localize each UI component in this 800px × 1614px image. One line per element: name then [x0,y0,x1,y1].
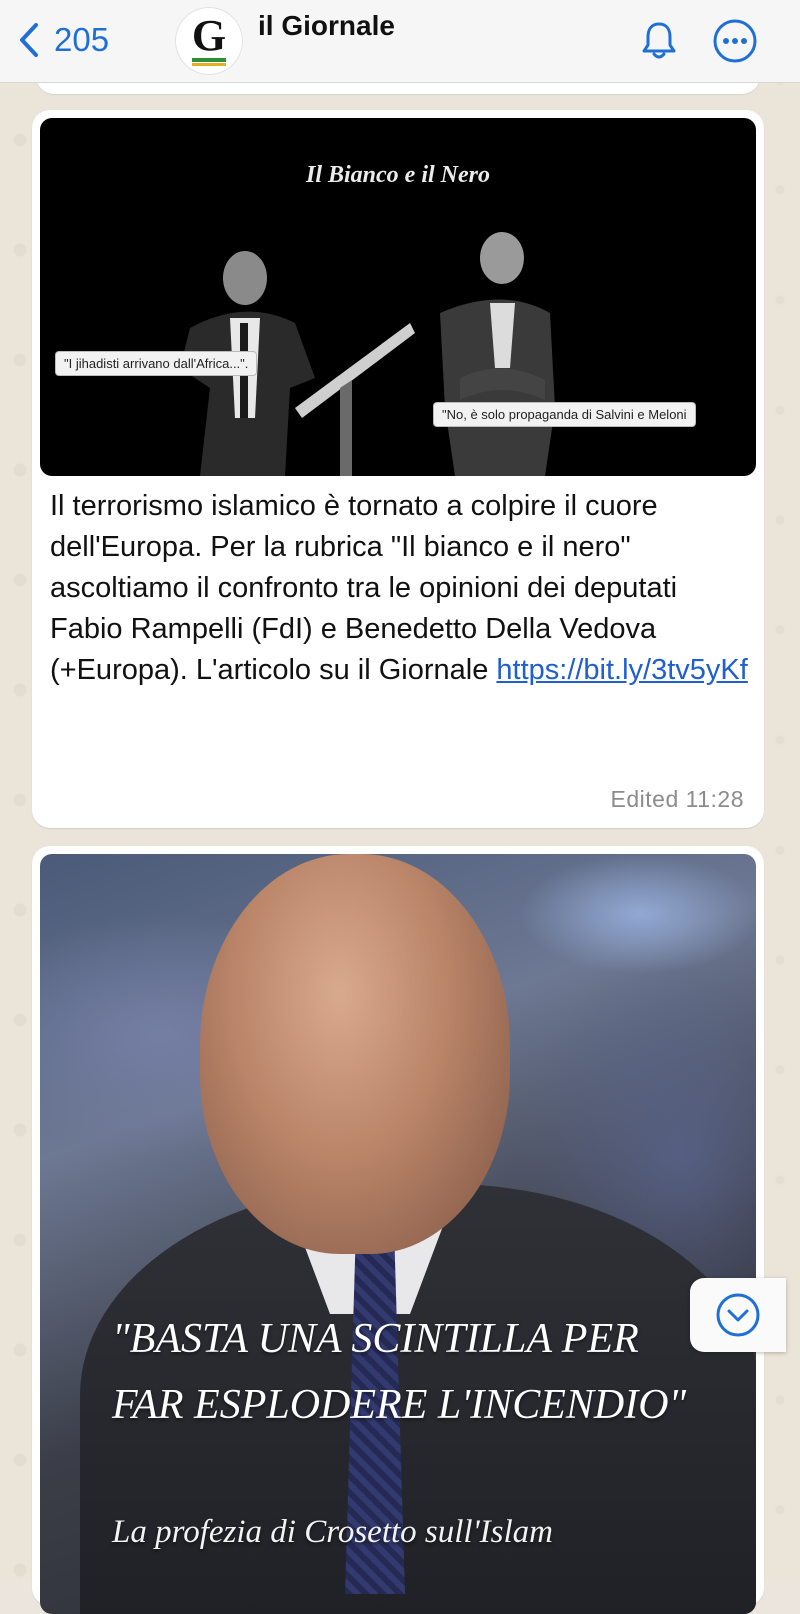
channel-title[interactable]: il Giornale [258,10,395,42]
chevron-left-icon [20,23,38,57]
notifications-button[interactable] [636,18,682,64]
back-button[interactable]: 205 [18,18,109,62]
image-photo-head [200,854,510,1254]
message-time: 11:28 [685,786,744,812]
bell-icon [642,22,676,59]
channel-avatar[interactable]: G [176,8,242,74]
avatar-logo-bar [192,63,226,66]
more-options-button[interactable] [712,18,758,64]
article-link[interactable]: https://bit.ly/3tv5yKf [496,654,747,686]
image-subline: La profezia di Crosetto sull'Islam [112,1514,553,1550]
quote-label-left: "I jihadisti arrivano dall'Africa...". [56,352,257,375]
message-bubble[interactable]: Il Bianco e il Nero "I jihadisti arrivan… [32,110,764,828]
avatar-logo-bar [192,58,226,62]
more-icon [713,19,757,63]
image-headline: "BASTA UNA SCINTILLA PER FAR ESPLODERE L… [112,1316,687,1428]
edited-label: Edited [610,786,679,812]
quote-label-right: "No, è solo propaganda di Salvini e Melo… [434,403,695,426]
unread-count: 205 [54,21,110,58]
message-image[interactable]: Il Bianco e il Nero "I jihadisti arrivan… [40,118,756,476]
message-bubble[interactable]: "BASTA UNA SCINTILLA PER FAR ESPLODERE L… [32,846,764,1614]
message-meta: Edited 11:28 [611,786,744,813]
message-text: Il terrorismo islamico è tornato a colpi… [50,486,750,691]
message-image[interactable]: "BASTA UNA SCINTILLA PER FAR ESPLODERE L… [40,854,756,1614]
avatar-logo-letter: G [191,11,227,60]
chevron-down-icon [716,1293,760,1337]
chat-header: 205 G il Giornale [0,0,800,83]
scroll-to-bottom-button[interactable] [690,1278,786,1352]
